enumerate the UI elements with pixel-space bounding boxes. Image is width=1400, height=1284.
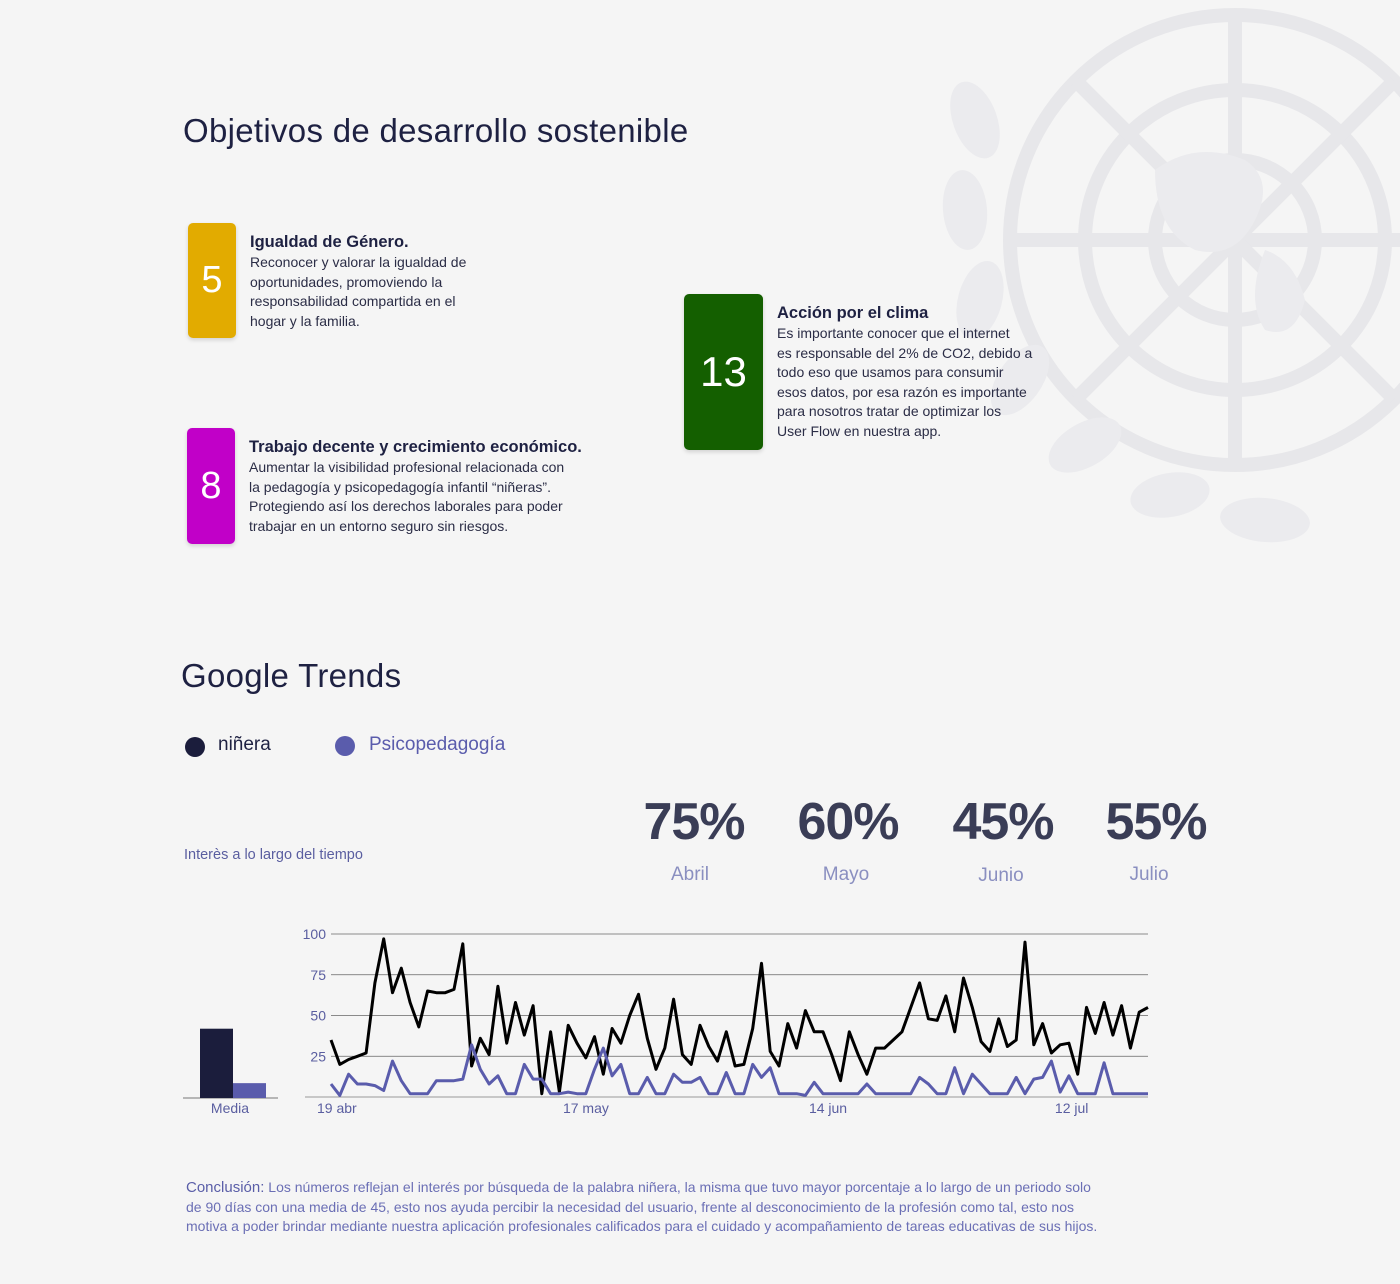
series-line-ninera (329, 937, 1149, 1096)
conclusion-line: motiva a poder brindar mediante nuestra … (186, 1218, 1098, 1235)
media-bar-psicopedagogia (233, 1083, 266, 1098)
conclusion-lead: Conclusión: (186, 1179, 265, 1196)
x-tick-label: 12 jul (1055, 1100, 1088, 1116)
y-tick-label: 50 (310, 1008, 326, 1024)
media-label: Media (211, 1100, 249, 1116)
x-tick-label: 17 may (563, 1100, 609, 1116)
conclusion-line: de 90 días con una media de 45, esto nos… (186, 1198, 1075, 1215)
conclusion-text: Los números reflejan el interés por búsq… (264, 1179, 1091, 1195)
trends-chart: 25 50 75 100 19 abr 17 may 14 jun 12 jul Media (183, 926, 1149, 1116)
y-tick-label: 100 (303, 926, 327, 942)
series-line-psicopedagogia (329, 1043, 1148, 1097)
x-tick-label: 19 abr (317, 1100, 357, 1116)
y-tick-label: 75 (310, 967, 326, 983)
x-tick-label: 14 jun (809, 1100, 847, 1116)
media-bar-ninera (200, 1028, 233, 1098)
y-tick-label: 25 (310, 1048, 326, 1064)
conclusion-line: Conclusión: Los números reflejan el inte… (186, 1178, 1216, 1198)
conclusion-paragraph: Conclusión: Los números reflejan el inte… (186, 1178, 1216, 1237)
